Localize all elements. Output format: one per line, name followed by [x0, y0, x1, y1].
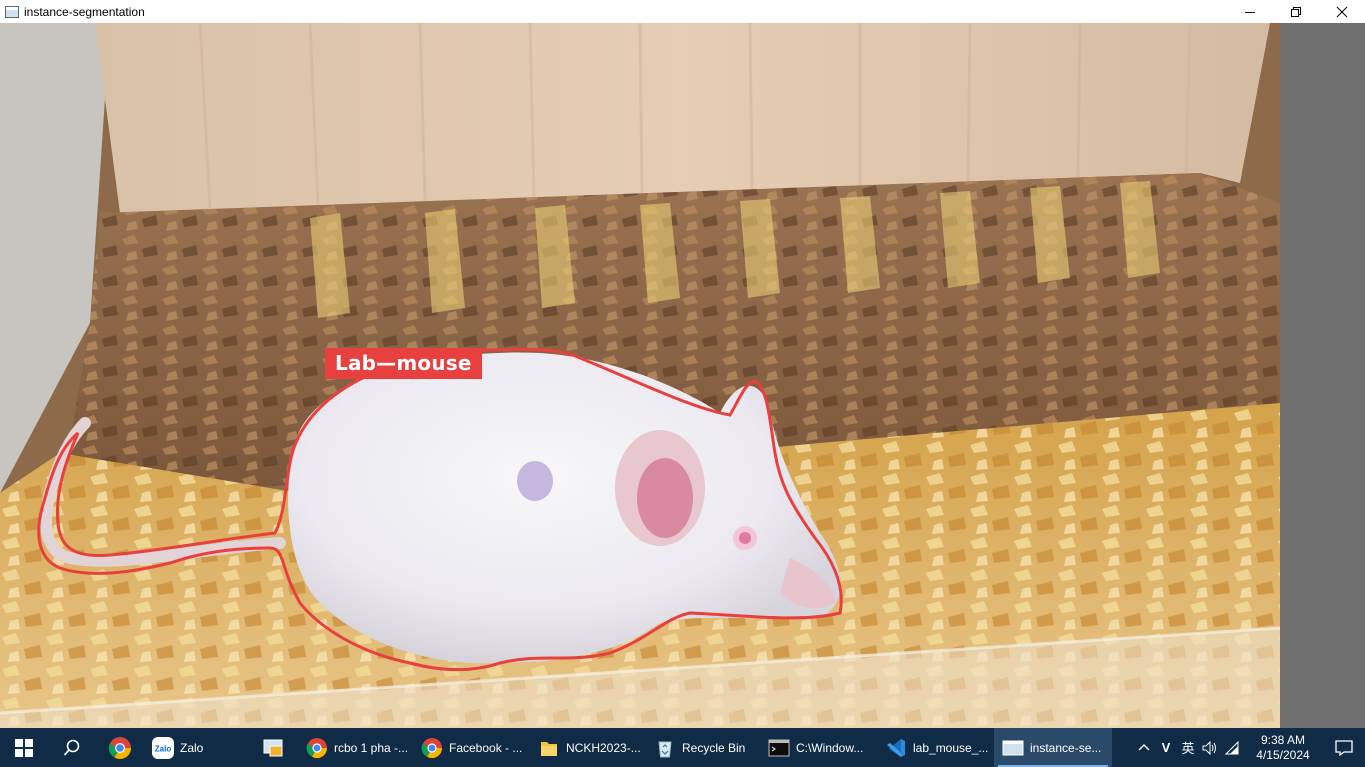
taskbar-item-remote-desktop[interactable] — [254, 728, 298, 767]
windows-logo-icon — [15, 738, 33, 757]
ime-indicator[interactable]: 英 — [1177, 728, 1199, 767]
app-window-icon — [1002, 737, 1024, 759]
system-tray: V 英 9:38 AM 4/15/2024 — [1133, 728, 1365, 767]
volume-button[interactable] — [1199, 728, 1221, 767]
restore-icon — [1291, 6, 1301, 17]
remote-desktop-icon — [262, 737, 284, 759]
v-app-icon[interactable]: V — [1155, 728, 1177, 767]
svg-text:Zalo: Zalo — [155, 744, 172, 753]
taskbar-item-terminal[interactable]: C:\Window... — [760, 728, 877, 767]
wifi-icon — [1224, 740, 1239, 754]
ime-icon: 英 — [1181, 741, 1195, 756]
taskbar-item-vscode[interactable]: lab_mouse_... — [877, 728, 994, 767]
show-hidden-icons-button[interactable] — [1133, 728, 1155, 767]
clock-time: 9:38 AM — [1260, 732, 1306, 747]
windows-taskbar: Zalo Zalo rcbo 1 pha -... Facebook - ...… — [0, 728, 1365, 767]
restore-button[interactable] — [1273, 0, 1319, 23]
search-button[interactable] — [48, 728, 96, 767]
notification-icon — [1335, 739, 1353, 756]
taskbar-item-folder[interactable]: NCKH2023-... — [530, 728, 646, 767]
window-title: instance-segmentation — [24, 4, 145, 19]
frame-side-margin — [1280, 23, 1365, 728]
chrome-icon — [306, 737, 328, 759]
app-window-icon — [5, 5, 19, 18]
zalo-icon: Zalo — [152, 736, 174, 759]
taskbar-item-chrome-rcbo[interactable]: rcbo 1 pha -... — [298, 728, 413, 767]
video-frame: Lab—mouse — [0, 23, 1280, 728]
chevron-up-icon — [1138, 743, 1150, 750]
minimize-button[interactable] — [1227, 0, 1273, 23]
search-icon — [63, 739, 80, 756]
taskbar-item-chrome-facebook[interactable]: Facebook - ... — [413, 728, 530, 767]
detection-label: Lab—mouse — [325, 348, 482, 379]
chrome-icon — [421, 737, 443, 759]
window-titlebar: instance-segmentation — [0, 0, 1365, 23]
start-button[interactable] — [0, 728, 48, 767]
segmentation-frame-image — [0, 23, 1280, 728]
taskbar-item-zalo[interactable]: Zalo Zalo — [144, 728, 254, 767]
taskbar-item-recycle-bin[interactable]: Recycle Bin — [646, 728, 760, 767]
recycle-bin-icon — [654, 737, 676, 759]
clock-date: 4/15/2024 — [1256, 747, 1310, 762]
speaker-icon — [1202, 740, 1216, 755]
clock[interactable]: 9:38 AM 4/15/2024 — [1243, 733, 1323, 763]
taskbar-item-instance-segmentation[interactable]: instance-se... — [994, 728, 1112, 767]
close-icon — [1336, 6, 1348, 17]
network-button[interactable] — [1221, 728, 1243, 767]
taskbar-pinned-chrome[interactable] — [96, 728, 144, 767]
notifications-button[interactable] — [1323, 728, 1365, 767]
minimize-icon — [1245, 11, 1255, 13]
vscode-icon — [885, 737, 907, 759]
terminal-icon — [768, 737, 790, 759]
chrome-icon — [108, 736, 131, 759]
window-controls — [1227, 0, 1365, 23]
folder-icon — [538, 737, 560, 759]
close-button[interactable] — [1319, 0, 1365, 23]
